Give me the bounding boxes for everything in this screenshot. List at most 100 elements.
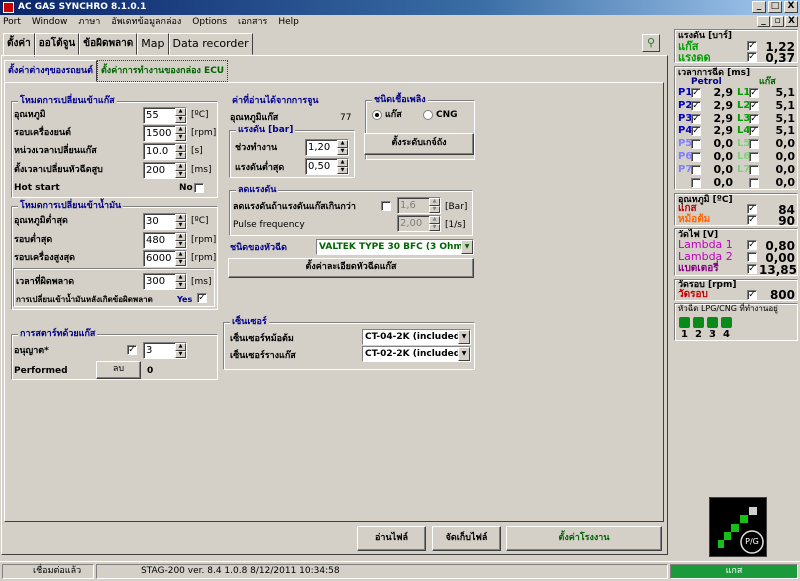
read-file-button[interactable]: อ่านไฟล์ (357, 526, 426, 551)
menu-port[interactable]: Port (3, 15, 21, 29)
petrol-injector-checkbox[interactable] (691, 177, 701, 188)
menu-window[interactable]: Window (32, 15, 68, 29)
petrol-injector-checkbox[interactable] (691, 152, 701, 162)
tab-map[interactable]: Map (137, 33, 169, 55)
performed-value: 0 (147, 366, 154, 376)
spinner-arrows[interactable]: ▲ ▼ (337, 140, 348, 155)
lambda2-label: Lambda 2 (678, 250, 733, 263)
spinner-arrows[interactable]: ▲ ▼ (175, 214, 186, 229)
gas-injector-checkbox[interactable]: ✓ (749, 100, 759, 111)
injector-detail-button[interactable]: ตั้งค่าละเอียดหัวฉีดแก๊ส (228, 258, 474, 278)
petrol-injector-checkbox[interactable] (691, 139, 701, 150)
spinner-arrows[interactable]: ▲ ▼ (175, 233, 186, 248)
minimize-button[interactable]: _ (752, 1, 766, 13)
spinner-arrows[interactable]: ▲ ▼ (429, 216, 440, 231)
allow-checkbox[interactable]: ✓ (127, 345, 137, 355)
allow-spinner[interactable]: 3 ▲ ▼ (143, 342, 187, 359)
injector-type-select[interactable]: VALTEK TYPE 30 BFC (3 Ohm) ▼ (316, 239, 474, 255)
petrol-temp-spinner[interactable]: 30 ▲ ▼ (143, 213, 187, 230)
gas-delay-spinner[interactable]: 10.0 ▲ ▼ (143, 143, 187, 160)
spinner-arrows[interactable]: ▲ ▼ (175, 274, 186, 289)
gas-pressure-checkbox[interactable]: ✓ (747, 41, 757, 51)
tab-settings[interactable]: ตั้งค่า (3, 33, 35, 57)
rpm-checkbox[interactable]: ✓ (747, 290, 757, 300)
reducer-sensor-select[interactable]: CT-04-2K (included in ▼ (362, 329, 471, 345)
petrol-injector-checkbox[interactable]: ✓ (691, 100, 701, 111)
tab-autotune[interactable]: ออโต้จูน (34, 33, 80, 55)
min-pressure-spinner[interactable]: 0,50 ▲ ▼ (305, 158, 349, 175)
lambda1-checkbox[interactable]: ✓ (747, 240, 757, 250)
fault-switch-checkbox[interactable]: ✓ (197, 293, 207, 303)
tab-errors[interactable]: ข้อผิดพลาด (79, 33, 138, 55)
battery-checkbox[interactable]: ✓ (747, 264, 757, 274)
fuel-lpg-radio[interactable] (372, 110, 382, 120)
menu-language[interactable]: ภาษา (78, 15, 100, 29)
spinner-arrows[interactable]: ▲ ▼ (175, 343, 186, 358)
close-button[interactable]: X (784, 1, 798, 13)
reduce-pressure-spinner[interactable]: 1,6 ▲ ▼ (397, 197, 441, 214)
petrol-injector-checkbox[interactable]: ✓ (691, 88, 701, 98)
mdi-restore-button[interactable]: ▫ (771, 16, 784, 27)
petrol-injector-checkbox[interactable]: ✓ (691, 126, 701, 137)
spinner-arrows[interactable]: ▲ ▼ (175, 126, 186, 141)
tab-data-recorder[interactable]: Data recorder (168, 33, 253, 55)
subtab-vehicle-settings[interactable]: ตั้งค่าต่างๆของรถยนต์ (4, 60, 97, 82)
mdi-close-button[interactable]: X (785, 16, 798, 27)
spinner-arrows[interactable]: ▲ ▼ (175, 163, 186, 178)
gas-injector-checkbox[interactable] (749, 139, 759, 150)
menu-update-ecu[interactable]: อัพเดทข้อมูลกล่อง (111, 15, 181, 29)
petrol-min-rpm-unit: [rpm] (191, 235, 217, 245)
gas-injector-checkbox[interactable]: ✓ (749, 126, 759, 137)
pulse-frequency-label: Pulse frequency (233, 220, 305, 230)
tank-gauge[interactable]: P/G (709, 497, 767, 557)
working-pressure-spinner[interactable]: 1,20 ▲ ▼ (305, 139, 349, 156)
hot-start-checkbox[interactable] (194, 183, 204, 193)
spinner-arrows[interactable]: ▲ ▼ (175, 108, 186, 123)
fault-time-spinner[interactable]: 300 ▲ ▼ (143, 273, 187, 290)
menu-options[interactable]: Options (192, 15, 227, 29)
tank-level-button[interactable]: ตั้งระดับเกจ์ถัง (364, 133, 474, 155)
chevron-down-icon[interactable]: ▼ (461, 240, 473, 254)
pulse-frequency-spinner[interactable]: 2,00 ▲ ▼ (397, 215, 441, 232)
gas-temp-right-checkbox[interactable]: ✓ (747, 204, 757, 214)
reducer-temp-right-checkbox[interactable]: ✓ (747, 215, 757, 225)
reduce-pressure-checkbox[interactable] (381, 201, 391, 211)
rail-sensor-select[interactable]: CT-02-2K (included in ▼ (362, 346, 471, 362)
reset-performed-button[interactable]: ลบ (96, 361, 141, 379)
spinner-arrows[interactable]: ▲ ▼ (175, 251, 186, 266)
spinner-arrows[interactable]: ▲ ▼ (175, 144, 186, 159)
chevron-down-icon[interactable]: ▼ (458, 347, 470, 361)
petrol-injector-checkbox[interactable] (691, 164, 701, 175)
factory-settings-button[interactable]: ตั้งค่าโรงงาน (506, 526, 662, 551)
maximize-button[interactable]: □ (768, 1, 782, 13)
gas-rpm-spinner[interactable]: 1500 ▲ ▼ (143, 125, 187, 142)
gas-injector-checkbox[interactable]: ✓ (749, 88, 759, 98)
gas-injector-checkbox[interactable]: ✓ (749, 113, 759, 124)
gas-temp-value: 55 (146, 110, 159, 121)
menu-help[interactable]: Help (278, 15, 299, 29)
gas-temp-spinner[interactable]: 55 ▲ ▼ (143, 107, 187, 124)
save-file-button[interactable]: จัดเก็บไฟล์ (432, 526, 501, 551)
petrol-injector-checkbox[interactable]: ✓ (691, 113, 701, 124)
chevron-down-icon[interactable]: ▼ (458, 330, 470, 344)
subtab-ecu-settings[interactable]: ตั้งค่าการทำงานของกล่อง ECU (96, 60, 229, 82)
vacuum-pressure-checkbox[interactable]: ✓ (747, 52, 757, 62)
spinner-arrows[interactable]: ▲ ▼ (429, 198, 440, 213)
cylinder-switch-spinner[interactable]: 200 ▲ ▼ (143, 162, 187, 179)
mdi-minimize-button[interactable]: _ (757, 16, 770, 27)
gas-injection-value: 5,1 (775, 98, 796, 112)
fuel-cng-radio[interactable] (423, 110, 433, 120)
gas-injector-checkbox[interactable] (749, 152, 759, 162)
rpm-label: วัดรอบ (678, 289, 708, 300)
menu-documents[interactable]: เอกสาร (238, 15, 267, 29)
gas-injector-checkbox[interactable] (749, 177, 759, 188)
petrol-injection-value: 0,0 (713, 175, 734, 189)
petrol-min-rpm-spinner[interactable]: 480 ▲ ▼ (143, 232, 187, 249)
gas-injector-checkbox[interactable] (749, 164, 759, 175)
petrol-max-rpm-spinner[interactable]: 6000 ▲ ▼ (143, 250, 187, 267)
plug-icon[interactable]: ⚲ (642, 34, 660, 52)
petrol-injection-value: 0,0 (713, 150, 734, 163)
fuel-mode-status: แกส (670, 564, 798, 579)
lambda2-checkbox[interactable] (747, 252, 757, 262)
spinner-arrows[interactable]: ▲ ▼ (337, 159, 348, 174)
